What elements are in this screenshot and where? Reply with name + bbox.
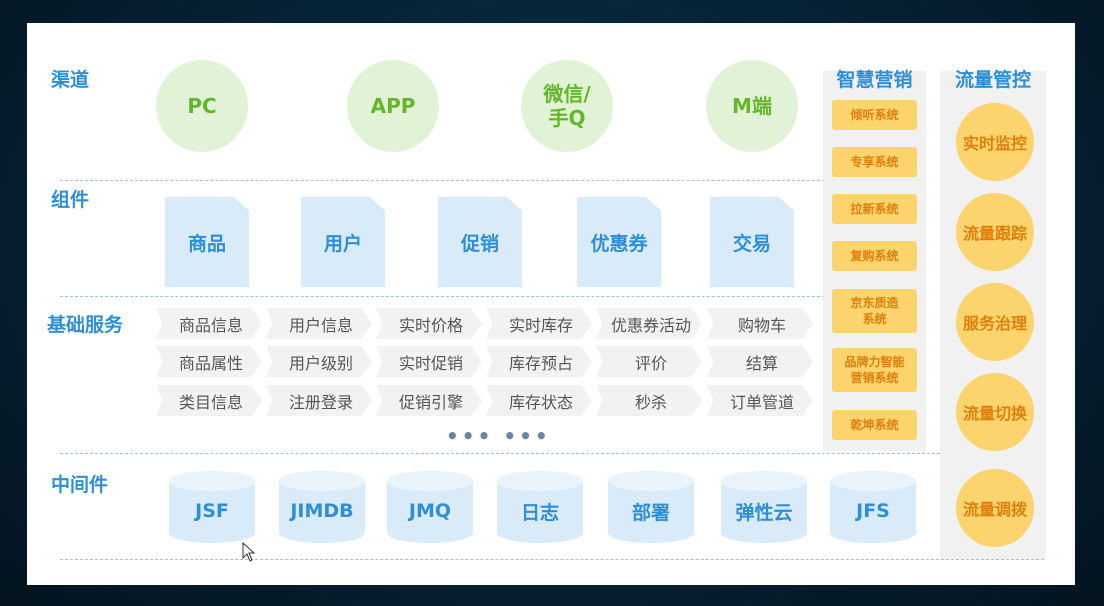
middleware-label: 弹性云	[735, 501, 793, 524]
middleware-jimdb: JIMDB	[279, 471, 365, 543]
component-user: 用户	[301, 197, 385, 287]
smart-marketing-title: 智慧营销	[836, 69, 913, 91]
marketing-item: 京东质造 系统	[832, 289, 917, 333]
traffic-item: 流量跟踪	[956, 193, 1034, 271]
traffic-item: 流量调拨	[956, 469, 1034, 547]
service-tag: 商品属性	[156, 346, 262, 377]
service-tag: 注册登录	[266, 385, 372, 416]
service-tag: 商品信息	[156, 308, 262, 339]
component-label: 商品	[187, 232, 226, 255]
marketing-item: 拉新系统	[832, 194, 917, 224]
middleware-label: JIMDB	[290, 500, 354, 522]
row-label-component: 组件	[51, 189, 90, 211]
component-label: 优惠券	[590, 232, 648, 255]
separator-line	[60, 180, 850, 181]
row-label-base-service: 基础服务	[47, 314, 124, 336]
smart-marketing-panel: 倾听系统 专享系统 拉新系统 复购系统 京东质造 系统 品牌力智能 营销系统 乾…	[823, 71, 926, 451]
middleware-jsf: JSF	[169, 471, 255, 543]
mouse-pointer-icon	[242, 542, 256, 562]
service-tag: 评价	[596, 346, 702, 377]
marketing-item: 品牌力智能 营销系统	[832, 348, 917, 392]
component-label: 交易	[732, 232, 771, 255]
middleware-label: 部署	[631, 501, 670, 524]
component-product: 商品	[165, 197, 249, 287]
service-tag: 优惠券活动	[596, 308, 702, 339]
middleware-jmq: JMQ	[387, 471, 473, 543]
middleware-label: JFS	[856, 500, 890, 522]
channel-wechat-qq: 微信/ 手Q	[521, 60, 613, 152]
traffic-control-title: 流量管控	[954, 69, 1031, 91]
row-label-middleware: 中间件	[51, 474, 109, 496]
service-tag: 实时库存	[486, 308, 592, 339]
separator-line	[60, 296, 850, 297]
component-trade: 交易	[710, 197, 794, 287]
service-tag: 库存状态	[486, 385, 592, 416]
separator-line	[60, 559, 1044, 560]
service-tag: 库存预占	[486, 346, 592, 377]
middleware-jfs: JFS	[830, 471, 916, 543]
service-tag: 用户级别	[266, 346, 372, 377]
service-tag: 类目信息	[156, 385, 262, 416]
traffic-item: 服务治理	[956, 283, 1034, 361]
service-tag: 促销引擎	[376, 385, 482, 416]
separator-line	[60, 453, 940, 454]
middleware-label: JSF	[195, 500, 229, 522]
component-promotion: 促销	[438, 197, 522, 287]
service-tag: 订单管道	[707, 385, 813, 416]
traffic-item: 流量切换	[956, 373, 1034, 451]
component-coupon: 优惠券	[577, 197, 661, 287]
traffic-item: 实时监控	[956, 103, 1034, 181]
service-tag: 实时促销	[376, 346, 482, 377]
channel-app: APP	[347, 60, 439, 152]
marketing-item: 倾听系统	[832, 100, 917, 130]
service-tag: 实时价格	[376, 308, 482, 339]
marketing-item: 乾坤系统	[832, 410, 917, 440]
channel-label: M端	[732, 94, 772, 118]
middleware-deploy: 部署	[608, 471, 694, 543]
middleware-log: 日志	[497, 471, 583, 543]
traffic-control-panel: 实时监控 流量跟踪 服务治理 流量切换 流量调拨	[940, 71, 1046, 559]
service-tag: 结算	[707, 346, 813, 377]
marketing-item: 复购系统	[832, 241, 917, 271]
channel-label: 微信/ 手Q	[543, 82, 591, 130]
middleware-label: 日志	[520, 501, 559, 524]
middleware-label: JMQ	[408, 500, 452, 522]
service-tag: 购物车	[707, 308, 813, 339]
service-tag: 秒杀	[596, 385, 702, 416]
channel-mobile: M端	[706, 60, 798, 152]
middleware-elastic-cloud: 弹性云	[721, 471, 807, 543]
marketing-item: 专享系统	[832, 147, 917, 177]
component-label: 促销	[460, 232, 499, 255]
channel-label: PC	[187, 94, 217, 118]
channel-label: APP	[370, 94, 416, 118]
architecture-slide: 渠道 组件 基础服务 中间件 PC APP 微信/ 手Q M端 商品 用户 促销…	[27, 23, 1075, 585]
more-services-ellipsis: ••• •••	[446, 424, 551, 448]
component-label: 用户	[323, 232, 362, 255]
channel-pc: PC	[156, 60, 248, 152]
service-tag: 用户信息	[266, 308, 372, 339]
row-label-channel: 渠道	[51, 69, 90, 91]
